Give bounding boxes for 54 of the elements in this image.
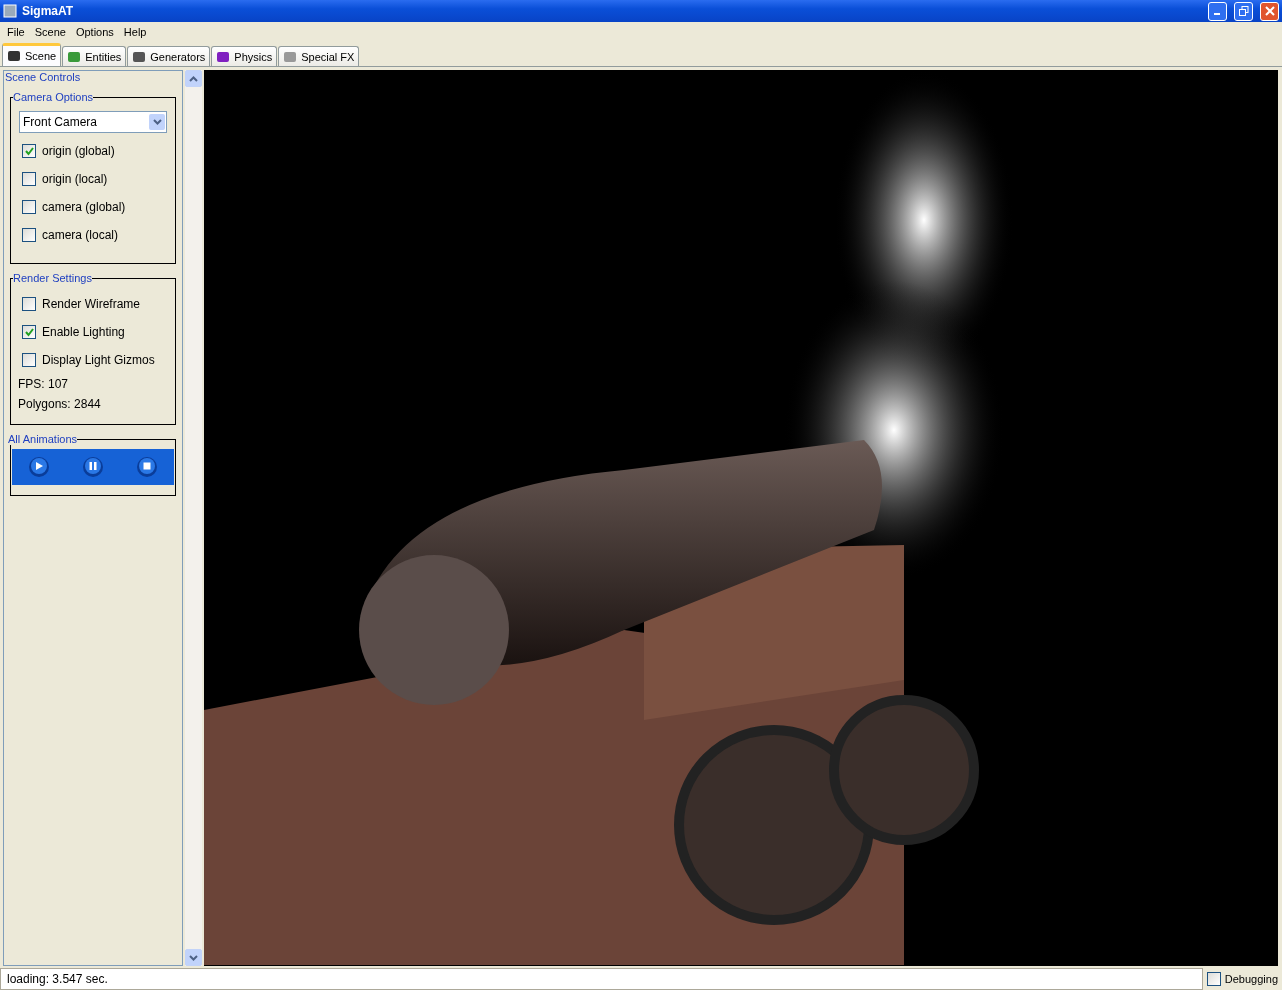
group-title: Camera Options <box>13 91 94 103</box>
tab-icon <box>132 49 147 64</box>
status-text: loading: 3.547 sec. <box>0 968 1203 990</box>
tab[interactable]: Scene <box>2 43 62 66</box>
checkbox[interactable] <box>22 297 36 311</box>
chevron-down-icon <box>152 119 162 125</box>
tab-icon <box>283 49 298 64</box>
group-title: All Animations <box>8 433 78 445</box>
tab[interactable]: Physics <box>211 46 278 66</box>
checkbox-label: origin (local) <box>42 172 108 186</box>
checkbox-label: camera (global) <box>42 200 126 214</box>
checkbox-label: Render Wireframe <box>42 297 141 311</box>
app-icon <box>3 4 17 18</box>
checkbox[interactable] <box>1206 972 1221 986</box>
tab-icon <box>216 49 231 64</box>
checkbox[interactable] <box>22 144 36 158</box>
tab[interactable]: Special FX <box>278 46 360 66</box>
chevron-down-icon <box>189 954 198 961</box>
chevron-up-icon <box>189 75 198 82</box>
tab[interactable]: Generators <box>127 46 211 66</box>
checkbox-label: Enable Lighting <box>42 325 125 339</box>
scroll-up-button[interactable] <box>185 70 202 87</box>
checkbox[interactable] <box>22 172 36 186</box>
scrollbar[interactable] <box>185 70 202 966</box>
restore-icon <box>1238 6 1249 16</box>
group-title: Scene Controls <box>5 71 81 83</box>
tab-icon <box>7 49 21 63</box>
tab[interactable]: Entities <box>62 46 127 66</box>
stat-text: FPS: 107 <box>17 376 70 393</box>
checkbox-label: camera (local) <box>42 228 119 242</box>
close-button[interactable] <box>1260 1 1279 21</box>
stat-text: Polygons: 2844 <box>17 396 102 413</box>
menu-item[interactable]: Help <box>118 26 152 38</box>
checkbox[interactable] <box>22 353 36 367</box>
checkbox[interactable] <box>22 228 36 242</box>
close-icon <box>1264 6 1275 16</box>
play-icon[interactable] <box>28 456 50 478</box>
stop-icon[interactable] <box>136 456 158 478</box>
window-title: SigmaAT <box>22 4 75 18</box>
checkbox[interactable] <box>22 325 36 339</box>
menu-item[interactable]: File <box>2 26 30 38</box>
menu-item[interactable]: Options <box>70 26 119 38</box>
scroll-down-button[interactable] <box>185 949 202 966</box>
tab-icon <box>67 49 82 64</box>
minimize-button[interactable] <box>1208 1 1227 21</box>
checkbox-label: origin (global) <box>42 144 115 158</box>
checkbox[interactable] <box>22 200 36 214</box>
pause-icon[interactable] <box>82 456 104 478</box>
restore-button[interactable] <box>1234 1 1253 21</box>
camera-dropdown[interactable]: Front Camera <box>19 111 167 133</box>
menu-item[interactable]: Scene <box>29 26 71 38</box>
checkbox-label: Display Light Gizmos <box>42 353 155 367</box>
checkbox-label: Debugging <box>1224 973 1278 985</box>
group-title: Render Settings <box>13 272 92 284</box>
